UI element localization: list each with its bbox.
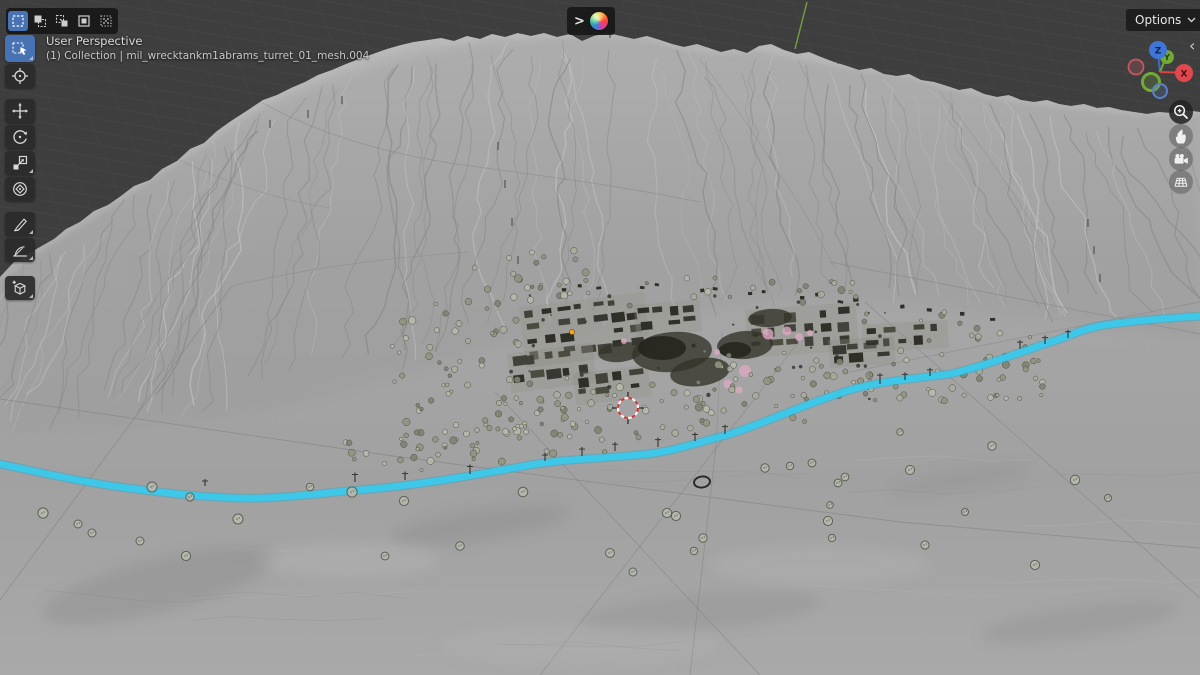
select-mode-subtract-button[interactable] [52,11,72,31]
select-mode-extend-button[interactable] [30,11,50,31]
axis-neg-x-ball[interactable] [1129,60,1144,75]
select-mode-new-button[interactable] [8,11,28,31]
select-box-icon [11,40,29,58]
select-intersect-icon [98,13,114,29]
cursor-tool-icon [11,67,29,85]
tool-transform[interactable] [5,177,35,201]
select-mode-invert-button[interactable] [74,11,94,31]
blender-window: User Perspective (1) Collection | mil_wr… [0,0,1200,675]
rotate-icon [11,128,29,146]
options-label: Options [1135,13,1181,27]
tool-select-box[interactable] [5,35,35,62]
tool-scale[interactable] [5,151,35,175]
options-button[interactable]: Options [1126,9,1200,31]
selected-object-origin [569,329,574,334]
collapsed-header[interactable]: > [567,7,615,35]
axis-x-label: X [1181,70,1188,80]
tool-add-cube[interactable] [5,276,35,300]
annotate-pen-icon [11,215,29,233]
tool-annotate[interactable] [5,212,35,236]
magnifier-plus-icon [1171,102,1191,122]
measure-icon [11,241,29,259]
camera-icon [1171,149,1191,169]
material-preview-sphere-icon [590,12,608,30]
camera-view-button[interactable] [1169,147,1193,171]
select-invert-icon [76,13,92,29]
select-new-icon [10,13,26,29]
hand-icon [1171,126,1191,146]
select-mode-intersect-button[interactable] [96,11,116,31]
select-extend-icon [32,13,48,29]
tool-measure[interactable] [5,238,35,262]
pan-button[interactable] [1169,124,1193,148]
viewport-canvas[interactable] [0,0,1200,675]
toggle-projection-button[interactable] [1169,170,1193,194]
axis-neg-z-ball[interactable] [1153,84,1167,98]
scale-icon [11,154,29,172]
zoom-button[interactable] [1169,100,1193,124]
perspective-grid-icon [1171,172,1191,192]
move-icon [11,102,29,120]
axis-z-label: Z [1155,47,1162,57]
transform-icon [11,180,29,198]
add-cube-icon [11,279,29,297]
select-subtract-icon [54,13,70,29]
tool-cursor[interactable] [5,64,35,88]
tool-rotate[interactable] [5,125,35,149]
chevron-down-icon [1187,17,1196,23]
expand-header-arrow[interactable]: > [574,15,585,28]
tool-move[interactable] [5,99,35,123]
toolbar [5,35,37,300]
select-mode-bar [6,8,118,34]
